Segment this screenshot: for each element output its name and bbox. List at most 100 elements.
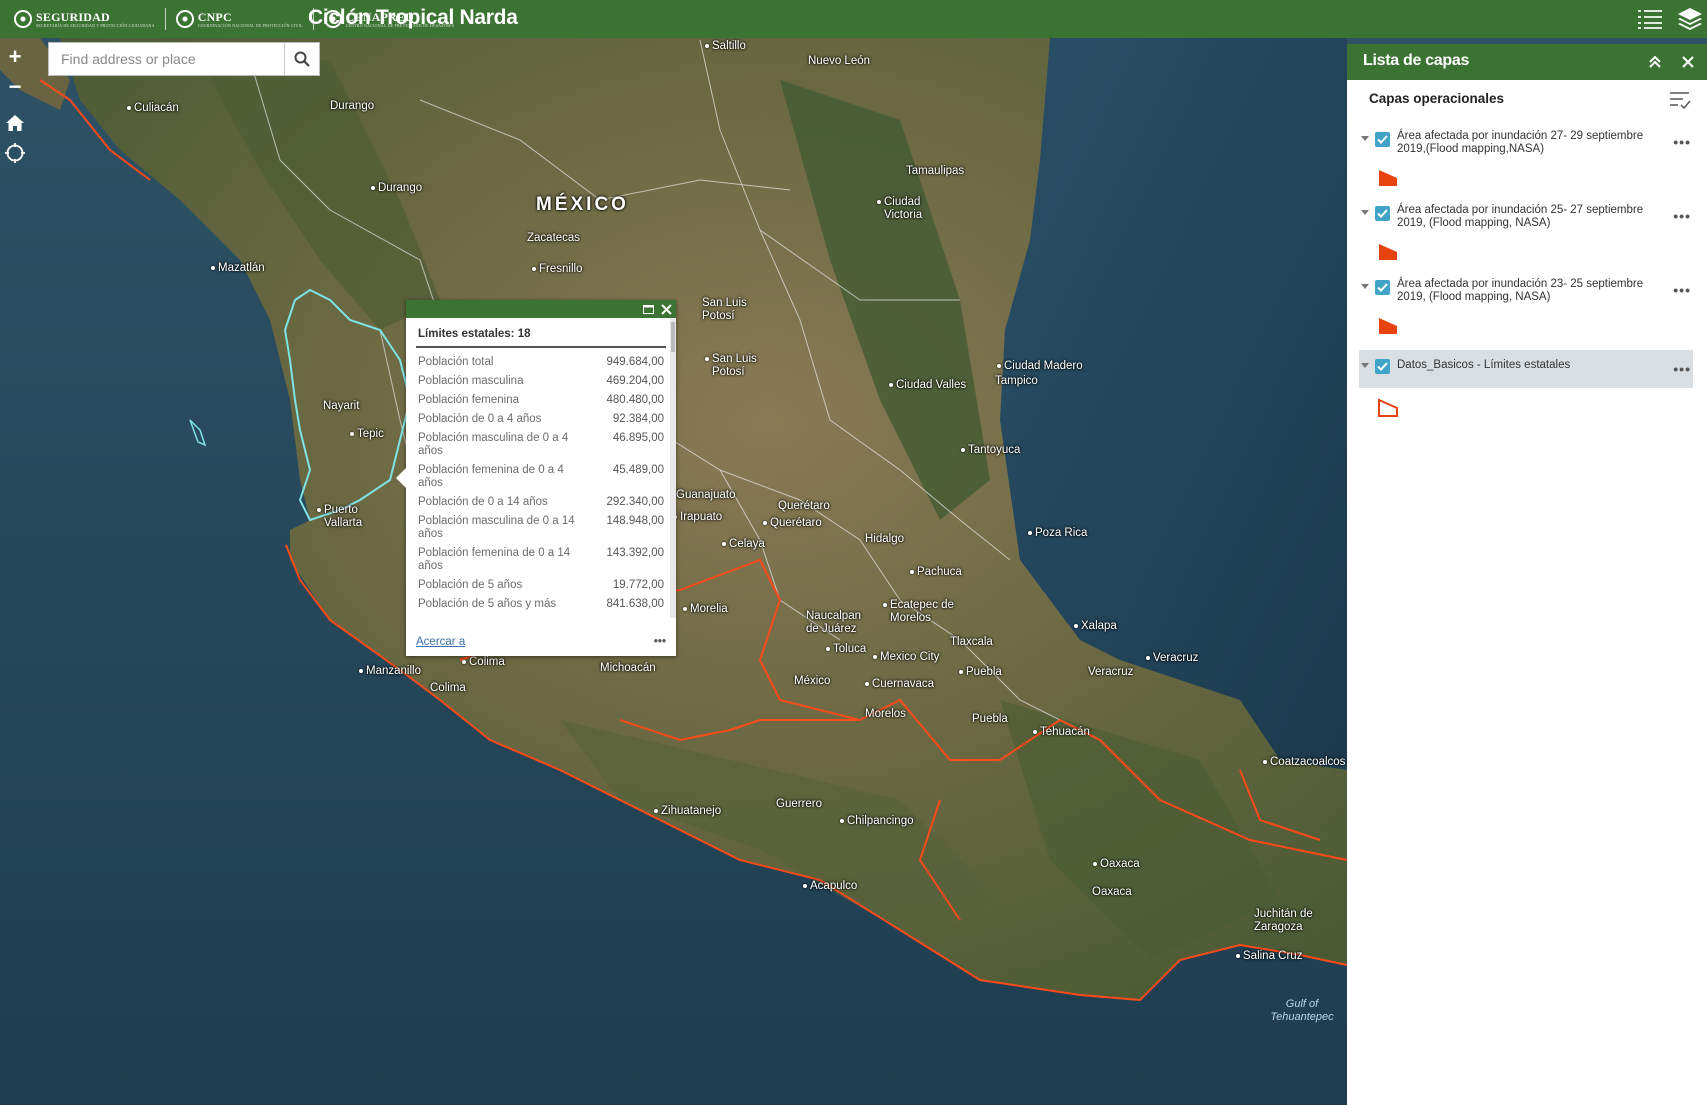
section-title: Capas operacionales xyxy=(1369,91,1505,106)
home-button[interactable] xyxy=(2,108,28,138)
popup-field-row: Población de 0 a 14 años 292.340,00 xyxy=(416,492,666,511)
popup-maximize-button[interactable] xyxy=(640,301,656,317)
layer-visibility-checkbox[interactable] xyxy=(1375,206,1390,221)
map-label: Mazatlán xyxy=(211,262,265,274)
layers-icon xyxy=(1678,8,1702,30)
check-icon xyxy=(1377,209,1388,218)
zoom-to-link[interactable]: Acercar a xyxy=(416,636,465,648)
check-icon xyxy=(1377,362,1388,371)
seal-icon xyxy=(14,10,32,28)
layer-item[interactable]: Área afectada por inundación 27- 29 sept… xyxy=(1359,128,1693,188)
search-icon xyxy=(294,51,310,67)
map-label: San Luis Potosí xyxy=(702,297,747,322)
map-label: Salina Cruz xyxy=(1235,950,1303,962)
zoom-in-button[interactable]: + xyxy=(2,42,28,72)
sea-label: Gulf of Tehuantepec xyxy=(1270,998,1334,1023)
popup-field-row: Población de 0 a 4 años 92.384,00 xyxy=(416,409,666,428)
layer-name: Datos_Basicos - Límites estatales xyxy=(1397,359,1571,371)
expand-caret-icon[interactable] xyxy=(1361,363,1369,368)
layer-list-panel: Lista de capas Capas operacionales Área … xyxy=(1347,44,1707,1105)
layer-item[interactable]: Datos_Basicos - Límites estatales ••• xyxy=(1359,350,1693,417)
field-value: 143.392,00 xyxy=(606,547,664,559)
layer-name: Área afectada por inundación 25- 27 sept… xyxy=(1397,204,1644,229)
field-label: Población total xyxy=(418,356,494,368)
popup-field-row: Población masculina 469.204,00 xyxy=(416,371,666,390)
field-label: Población de 0 a 4 años xyxy=(418,413,542,425)
layer-item[interactable]: Área afectada por inundación 25- 27 sept… xyxy=(1359,202,1693,262)
map-label: Veracruz xyxy=(1145,652,1199,664)
layer-symbol-icon xyxy=(1378,398,1398,417)
map-label: Tamaulipas xyxy=(906,165,965,177)
layer-more-button[interactable]: ••• xyxy=(1673,282,1691,298)
layer-symbol-icon xyxy=(1379,318,1397,334)
map-label: Querétaro xyxy=(778,500,830,512)
popup-scrollbar[interactable] xyxy=(670,318,676,618)
layer-visibility-checkbox[interactable] xyxy=(1375,280,1390,295)
field-value: 19.772,00 xyxy=(612,579,664,591)
map-label: México xyxy=(794,675,831,687)
map-label: Pachuca xyxy=(910,566,962,578)
feature-popup: Límites estatales: 18 Población total 949… xyxy=(396,300,676,656)
map-label: Morelos xyxy=(865,708,906,720)
locate-button[interactable] xyxy=(2,138,28,168)
map-label: Poza Rica xyxy=(1027,527,1088,539)
search-widget xyxy=(48,42,320,76)
map-label: Ecatepec de Morelos xyxy=(883,599,970,625)
zoom-out-button[interactable]: − xyxy=(2,72,28,102)
field-value: 45.489,00 xyxy=(612,464,664,476)
seal-icon xyxy=(175,10,194,28)
search-input[interactable] xyxy=(49,43,284,75)
map-label: Toluca xyxy=(825,643,867,655)
popup-more-button[interactable]: ••• xyxy=(654,636,666,648)
locate-icon xyxy=(5,143,25,163)
layer-options-button[interactable] xyxy=(1669,90,1691,110)
field-label: Población femenina de 0 a 14 años xyxy=(418,547,571,572)
map-label: Celaya xyxy=(722,538,765,550)
map-label: Tlaxcala xyxy=(950,636,993,648)
map-label: Culiacán xyxy=(127,102,179,114)
field-value: 469.204,00 xyxy=(606,375,664,387)
map-controls: + − xyxy=(2,42,28,168)
map-label: Puebla xyxy=(972,713,1008,725)
map-label: Mexico City xyxy=(872,651,940,663)
logo-sublabel: SECRETARÍA DE SEGURIDAD Y PROTECCIÓN CIU… xyxy=(36,22,155,28)
map-label: Fresnillo xyxy=(531,263,583,275)
layer-name: Área afectada por inundación 27- 29 sept… xyxy=(1397,130,1644,155)
map-label: Tampico xyxy=(995,375,1038,387)
map-label: Ciudad Madero xyxy=(997,360,1083,372)
panel-title: Lista de capas xyxy=(1363,52,1470,69)
search-button[interactable] xyxy=(284,43,319,75)
layer-list-icon xyxy=(1638,10,1662,29)
layer-list-button[interactable] xyxy=(1634,4,1666,34)
field-value: 148.948,00 xyxy=(606,515,664,527)
map-label: Zihuatanejo xyxy=(653,805,722,817)
field-label: Población femenina de 0 a 4 años xyxy=(418,464,564,489)
field-value: 480.480,00 xyxy=(606,394,664,406)
expand-caret-icon[interactable] xyxy=(1361,136,1369,141)
field-value: 292.340,00 xyxy=(606,496,664,508)
popup-close-button[interactable] xyxy=(658,301,674,317)
layer-visibility-checkbox[interactable] xyxy=(1375,132,1390,147)
popup-titlebar xyxy=(406,300,676,318)
layer-more-button[interactable]: ••• xyxy=(1673,134,1691,150)
popup-actions: Acercar a ••• xyxy=(416,636,666,648)
layer-symbol-icon xyxy=(1379,170,1397,186)
check-icon xyxy=(1377,135,1388,144)
layer-visibility-checkbox[interactable] xyxy=(1375,359,1390,374)
map-label: Veracruz xyxy=(1088,666,1134,678)
expand-caret-icon[interactable] xyxy=(1361,210,1369,215)
layers-button[interactable] xyxy=(1674,4,1706,34)
map-label: Puerto Vallarta xyxy=(317,504,384,530)
layer-more-button[interactable]: ••• xyxy=(1673,208,1691,224)
collapse-panel-button[interactable] xyxy=(1644,51,1666,73)
close-panel-button[interactable] xyxy=(1677,51,1699,73)
layer-more-button[interactable]: ••• xyxy=(1673,361,1691,377)
layer-item[interactable]: Área afectada por inundación 23- 25 sept… xyxy=(1359,276,1693,336)
popup-field-row: Población masculina de 0 a 14 años 148.94… xyxy=(416,511,666,543)
expand-caret-icon[interactable] xyxy=(1361,284,1369,289)
map-label: Naucalpan de Juárez xyxy=(806,610,861,635)
map-label: Morelia xyxy=(683,603,728,615)
popup-field-row: Población de 5 años y más 841.638,00 xyxy=(416,594,666,613)
map-label: Querétaro xyxy=(763,517,822,529)
panel-header: Lista de capas xyxy=(1347,44,1707,80)
